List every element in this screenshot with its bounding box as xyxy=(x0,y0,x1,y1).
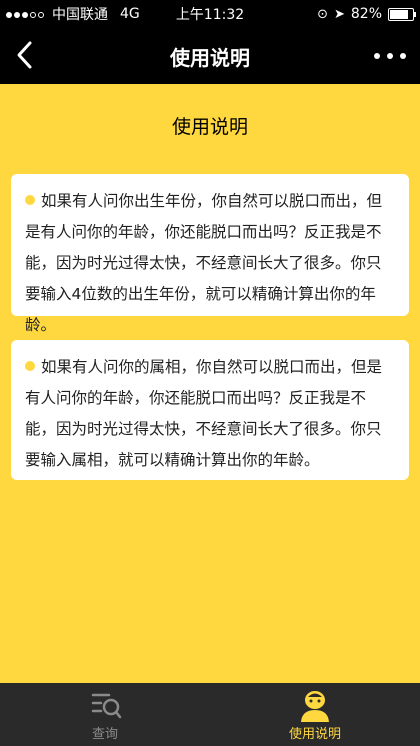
tab-help[interactable]: 使用说明 xyxy=(210,683,420,746)
search-list-icon xyxy=(91,693,122,719)
chevron-left-icon[interactable] xyxy=(14,40,36,70)
location-arrow-icon: ➤ xyxy=(333,6,345,22)
status-bar: 中国联通 4G 上午11:32 ⊙ ➤ 82% xyxy=(0,0,420,28)
tab-query-label: 查询 xyxy=(91,727,118,742)
nav-title: 使用说明 xyxy=(170,45,250,70)
instruction-text: 如果有人问你的属相，你自然可以脱口而出，但是有人问你的年龄，你还能脱口而出吗？反… xyxy=(25,358,383,469)
instruction-card: 如果有人问你的属相，你自然可以脱口而出，但是有人问你的年龄，你还能脱口而出吗？反… xyxy=(11,340,409,480)
status-time: 上午11:32 xyxy=(175,7,245,23)
tab-query[interactable]: 查询 xyxy=(0,683,210,746)
more-dots-icon[interactable] xyxy=(374,48,406,64)
user-avatar-icon xyxy=(301,691,329,722)
tab-help-label: 使用说明 xyxy=(288,727,341,742)
instruction-card: 如果有人问你出生年份，你自然可以脱口而出，但是有人问你的年龄，你还能脱口而出吗？… xyxy=(11,174,409,334)
nav-bar: 使用说明 xyxy=(0,28,420,84)
rotation-lock-icon: ⊙ xyxy=(317,6,328,22)
bullet-dot-icon xyxy=(25,194,35,205)
tab-bar: 查询 使用说明 xyxy=(0,683,420,746)
instruction-text: 如果有人问你出生年份，你自然可以脱口而出，但是有人问你的年龄，你还能脱口而出吗？… xyxy=(25,192,383,334)
battery-percent: 82% xyxy=(350,6,382,22)
bullet-dot-icon xyxy=(25,360,35,371)
page-title: 使用说明 xyxy=(171,116,248,138)
battery-icon xyxy=(388,7,416,21)
